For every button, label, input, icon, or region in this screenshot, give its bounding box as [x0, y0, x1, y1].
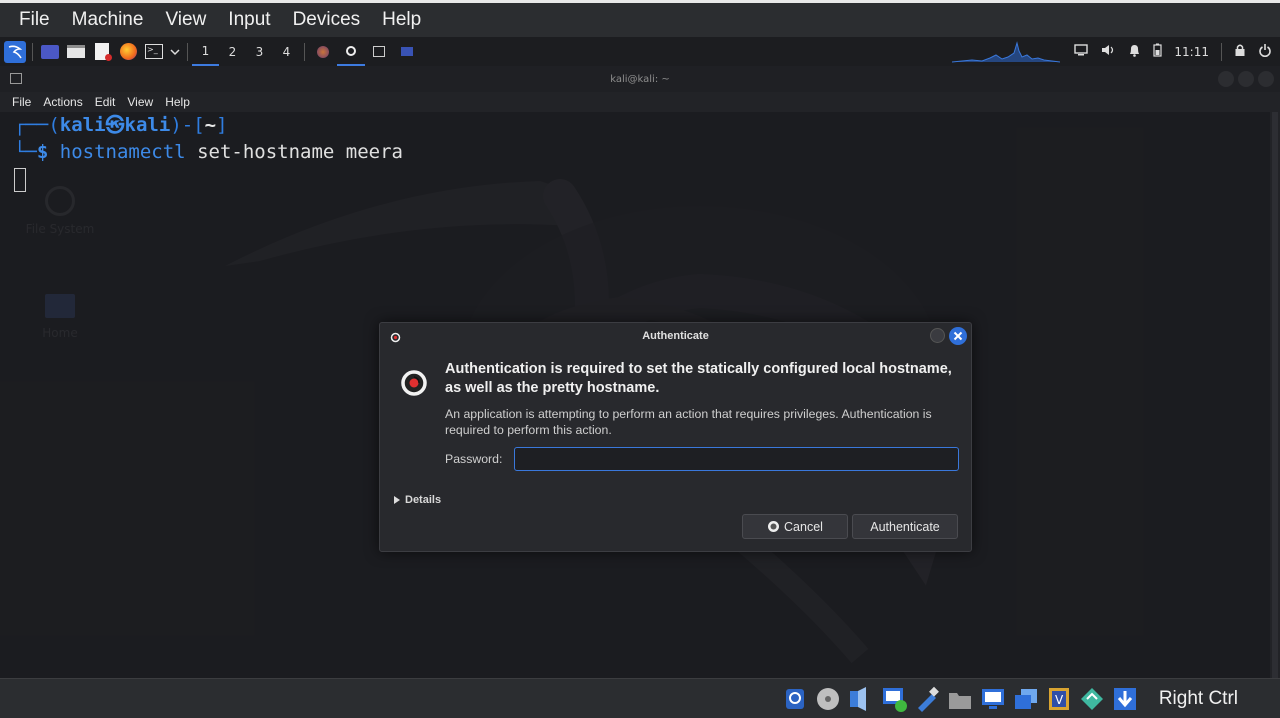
terminal-title: kali@kali: ~ — [610, 73, 670, 85]
terminal-launcher-icon[interactable]: >_ — [143, 41, 165, 63]
task-authenticate-icon[interactable] — [337, 37, 365, 66]
cpu-status-icon[interactable]: V — [1044, 684, 1074, 714]
terminal-menu-edit[interactable]: Edit — [89, 95, 122, 109]
terminal-menubar: File Actions Edit View Help — [0, 92, 196, 112]
firefox-icon[interactable] — [117, 41, 139, 63]
terminal-cursor — [14, 167, 26, 192]
authenticate-button[interactable]: Authenticate — [852, 514, 958, 539]
terminal-window-icon — [10, 73, 22, 84]
usb-icon[interactable] — [912, 684, 942, 714]
terminal-scrollbar[interactable] — [1272, 112, 1278, 678]
prompt-line: ┌──(kali㉿kali)-[~] — [14, 114, 228, 136]
dialog-body-text: An application is attempting to perform … — [445, 407, 932, 437]
vbox-menubar: File Machine View Input Devices Help — [0, 0, 1280, 37]
vbox-menu-help[interactable]: Help — [371, 9, 432, 31]
command-args: set-hostname meera — [197, 141, 403, 163]
power-icon[interactable] — [1258, 43, 1272, 60]
terminal-menu-file[interactable]: File — [6, 95, 37, 109]
lock-icon[interactable] — [1234, 43, 1246, 60]
optical-drive-icon[interactable] — [813, 684, 843, 714]
prompt-host: kali — [124, 114, 171, 136]
vbox-menu-devices[interactable]: Devices — [282, 9, 372, 31]
workspace-3[interactable]: 3 — [246, 37, 273, 66]
prompt-user: kali — [59, 114, 106, 136]
display-status-icon[interactable] — [978, 684, 1008, 714]
cancel-label: Cancel — [784, 519, 823, 534]
video-capture-icon[interactable] — [1011, 684, 1041, 714]
kali-menu-icon[interactable] — [4, 40, 26, 63]
command-name: hostnamectl — [59, 141, 186, 163]
details-expander[interactable]: Details — [394, 494, 441, 506]
terminal-menu-view[interactable]: View — [121, 95, 159, 109]
panel-separator — [304, 42, 305, 61]
minimize-button[interactable] — [1218, 71, 1234, 87]
terminal-menu-actions[interactable]: Actions — [37, 95, 88, 109]
cpu-graph-icon — [952, 41, 1060, 63]
dialog-heading: Authentication is required to set the st… — [445, 361, 952, 396]
display-icon[interactable] — [1074, 44, 1089, 59]
notification-bell-icon[interactable] — [1128, 43, 1141, 60]
task-firefox-icon[interactable] — [309, 37, 337, 66]
kali-top-panel: >_ 1 2 3 4 11:11 — [0, 37, 1280, 66]
chevron-right-icon — [394, 496, 400, 504]
file-manager-icon[interactable] — [65, 41, 87, 63]
hard-disk-icon[interactable] — [780, 684, 810, 714]
password-label: Password: — [445, 452, 503, 466]
terminal-menu-help[interactable]: Help — [159, 95, 196, 109]
system-tray: 11:11 — [1074, 37, 1272, 66]
task-terminal-icon[interactable] — [365, 37, 393, 66]
panel-separator — [1221, 42, 1222, 61]
close-icon — [953, 331, 963, 341]
prompt-path: ~ — [204, 114, 217, 136]
vbox-statusbar: V Right Ctrl — [0, 678, 1280, 718]
workspace-1[interactable]: 1 — [192, 37, 219, 66]
guest-additions-icon[interactable] — [1077, 684, 1107, 714]
shared-folders-icon[interactable] — [945, 684, 975, 714]
command-line: └─$ hostnamectl set-hostname meera — [14, 141, 403, 163]
workspace-2[interactable]: 2 — [219, 37, 246, 66]
prompt-separator: ㉿ — [105, 114, 125, 136]
panel-separator — [32, 42, 33, 61]
panel-separator — [187, 42, 188, 61]
network-icon[interactable] — [879, 684, 909, 714]
vbox-menu-machine[interactable]: Machine — [61, 9, 155, 31]
vbox-menu-file[interactable]: File — [8, 9, 61, 31]
terminal-titlebar[interactable]: kali@kali: ~ — [0, 66, 1280, 92]
authenticate-label: Authenticate — [870, 519, 940, 534]
dialog-title: Authenticate — [642, 330, 709, 342]
vbox-menu-view[interactable]: View — [154, 9, 217, 31]
task-window-icon[interactable] — [393, 37, 421, 66]
maximize-button[interactable] — [1238, 71, 1254, 87]
battery-icon[interactable] — [1153, 43, 1163, 60]
auth-lock-icon — [401, 370, 427, 396]
cursor-line — [14, 166, 1270, 193]
text-editor-icon[interactable] — [91, 41, 113, 63]
cancel-button[interactable]: Cancel — [742, 514, 848, 539]
dialog-close-button[interactable] — [949, 327, 967, 345]
vbox-status-icons: V — [780, 684, 1140, 714]
close-button[interactable] — [1258, 71, 1274, 87]
cancel-icon — [768, 521, 780, 532]
workspace-4[interactable]: 4 — [273, 37, 300, 66]
mouse-integration-icon[interactable] — [1110, 684, 1140, 714]
audio-icon[interactable] — [846, 684, 876, 714]
host-key-label: Right Ctrl — [1158, 688, 1238, 709]
authenticate-dialog: Authenticate Authentication is required … — [379, 322, 972, 552]
svg-text:V: V — [1055, 693, 1064, 707]
details-label: Details — [405, 494, 442, 506]
password-input[interactable] — [514, 447, 959, 471]
chevron-down-icon[interactable] — [169, 41, 181, 63]
vbox-menu-input[interactable]: Input — [217, 9, 281, 31]
volume-icon[interactable] — [1100, 43, 1116, 60]
show-desktop-icon[interactable] — [39, 41, 61, 63]
dialog-minimize-button[interactable] — [930, 328, 945, 343]
panel-clock[interactable]: 11:11 — [1174, 45, 1209, 59]
